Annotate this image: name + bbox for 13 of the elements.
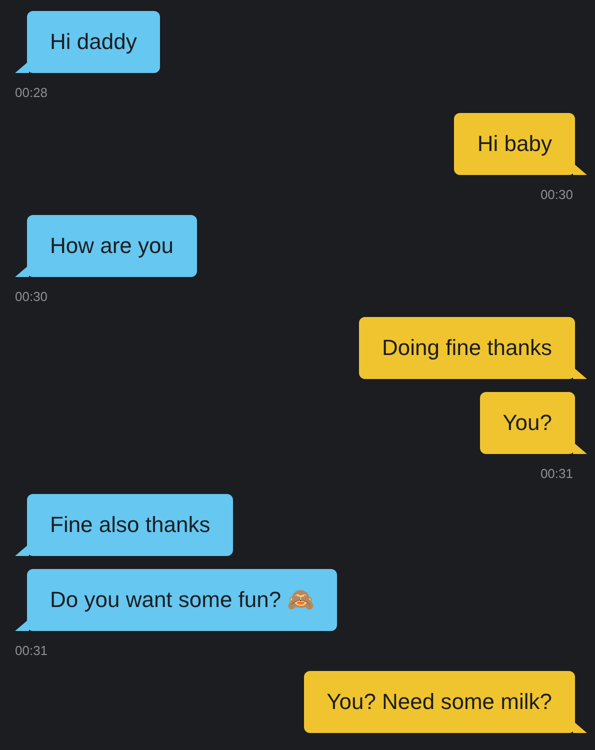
bubble-tail-icon <box>573 721 587 733</box>
message-time: 00:31 <box>540 466 573 482</box>
message-time: 00:30 <box>15 289 48 305</box>
bubble-tail-icon <box>573 367 587 379</box>
bubble-tail-icon <box>15 61 29 73</box>
bubble-tail-icon <box>15 265 29 277</box>
bubble-tail-icon <box>573 442 587 454</box>
bubble-tail-icon <box>15 619 29 631</box>
bubble-tail-icon <box>573 163 587 175</box>
message-time: 00:31 <box>15 643 48 659</box>
bubble-tail-icon <box>15 544 29 556</box>
message-time: 00:28 <box>15 85 48 101</box>
message-time: 00:30 <box>540 187 573 203</box>
